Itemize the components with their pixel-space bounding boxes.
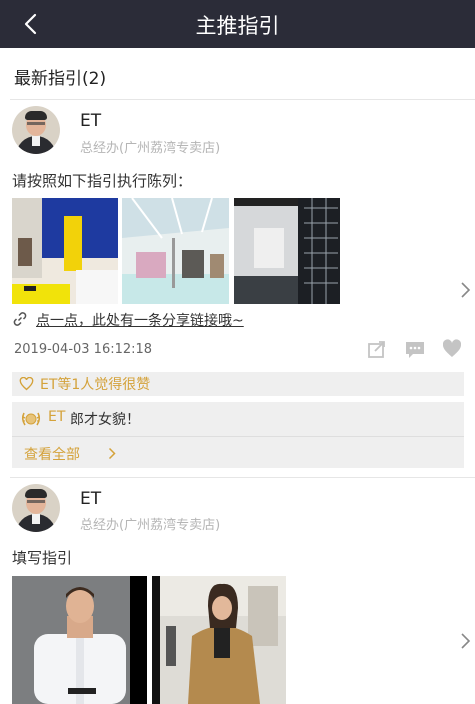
share-link-text[interactable]: 点一点，此处有一条分享链接哦~ xyxy=(36,310,244,330)
comment-author[interactable]: ET xyxy=(48,409,65,425)
author-name[interactable]: ET xyxy=(80,111,101,131)
page-title: 主推指引 xyxy=(195,14,280,38)
author-role: 总经办(广州荔湾专卖店) xyxy=(80,141,221,156)
post-text: 请按照如下指引执行陈列： xyxy=(12,172,193,190)
chevron-right-icon[interactable] xyxy=(459,631,471,651)
link-icon xyxy=(13,312,27,326)
divider xyxy=(12,436,464,437)
divider xyxy=(10,99,475,100)
likes-bar[interactable]: ET等1人觉得很赞 xyxy=(12,372,464,396)
post-image[interactable] xyxy=(12,198,118,304)
post-image[interactable] xyxy=(12,576,147,704)
post-text: 填写指引 xyxy=(12,549,73,567)
laurel-badge-icon xyxy=(21,412,41,426)
heart-outline-icon xyxy=(19,377,34,391)
top-bar: 主推指引 xyxy=(0,0,475,48)
avatar[interactable] xyxy=(12,484,60,532)
divider xyxy=(10,477,475,478)
post-image[interactable] xyxy=(152,576,286,704)
share-link[interactable]: 点一点，此处有一条分享链接哦~ xyxy=(12,310,412,330)
post-image[interactable] xyxy=(234,198,340,304)
view-all-label: 查看全部 xyxy=(24,447,80,463)
likes-text: ET等1人觉得很赞 xyxy=(40,377,151,393)
chevron-right-icon xyxy=(108,447,116,460)
avatar[interactable] xyxy=(12,106,60,154)
comments-box: ET 郎才女貌！ 查看全部 xyxy=(12,402,464,468)
post-image[interactable] xyxy=(122,198,229,304)
section-title: 最新指引(2) xyxy=(14,69,107,89)
share-icon[interactable] xyxy=(366,338,388,360)
view-all-link[interactable]: 查看全部 xyxy=(24,444,116,464)
author-role: 总经办(广州荔湾专卖店) xyxy=(80,518,221,533)
comment-icon[interactable] xyxy=(404,338,426,360)
timestamp: 2019-04-03 16:12:18 xyxy=(14,342,153,357)
chevron-right-icon[interactable] xyxy=(459,280,471,300)
heart-icon[interactable] xyxy=(441,338,463,360)
author-name[interactable]: ET xyxy=(80,489,101,509)
comment-text: 郎才女貌！ xyxy=(70,412,140,428)
